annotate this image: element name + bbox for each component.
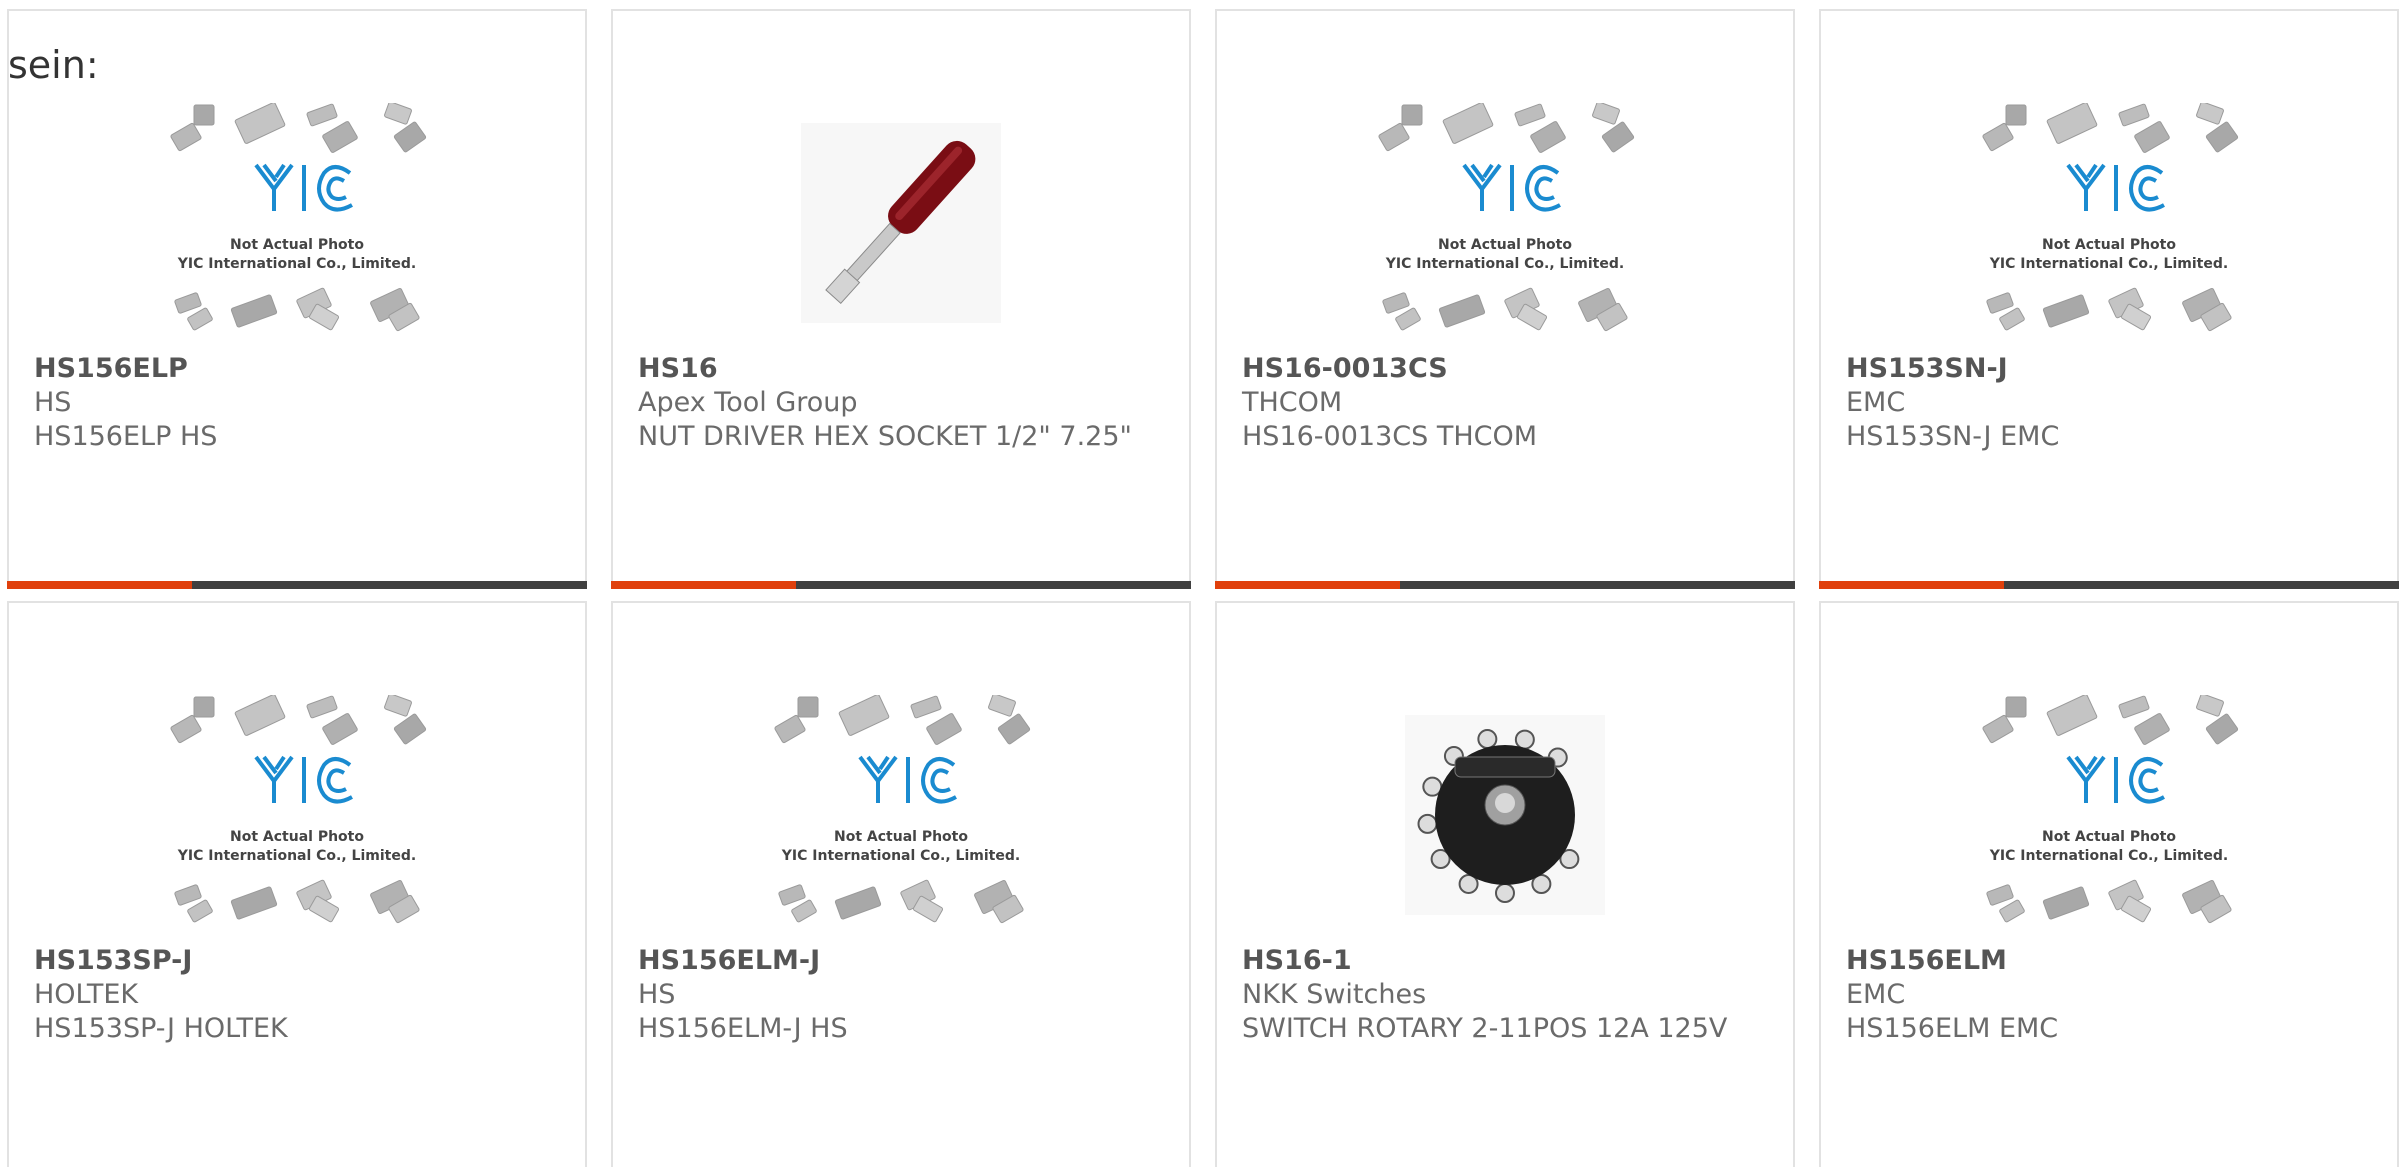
- svg-text:YIC International Co., Limited: YIC International Co., Limited.: [1385, 256, 1624, 272]
- product-grid-page: sein: Not Actual Photo YIC International…: [0, 0, 2400, 1167]
- description: HS156ELM EMC: [1846, 1013, 2059, 1044]
- product-image[interactable]: [1372, 682, 1638, 948]
- manufacturer: NKK Switches: [1242, 979, 1427, 1010]
- card-accent-bar: [1819, 581, 2004, 589]
- svg-text:YIC International Co., Limited: YIC International Co., Limited.: [1989, 848, 2228, 864]
- placeholder-icon: Not Actual Photo YIC International Co., …: [170, 103, 427, 332]
- card-accent-bar: [7, 581, 192, 589]
- svg-text:Not Actual Photo: Not Actual Photo: [230, 237, 364, 253]
- svg-text:Not Actual Photo: Not Actual Photo: [834, 829, 968, 845]
- description: HS16-0013CS THCOM: [1242, 421, 1538, 452]
- product-image[interactable]: Not Actual Photo YIC International Co., …: [164, 682, 430, 948]
- placeholder-icon: Not Actual Photo YIC International Co., …: [774, 695, 1031, 924]
- svg-text:Not Actual Photo: Not Actual Photo: [230, 829, 364, 845]
- product-image[interactable]: Not Actual Photo YIC International Co., …: [768, 682, 1034, 948]
- part-number[interactable]: HS16-0013CS: [1242, 352, 1768, 386]
- card-accent-bar: [1215, 581, 1400, 589]
- product-image[interactable]: Not Actual Photo YIC International Co., …: [1976, 682, 2242, 948]
- manufacturer: Apex Tool Group: [638, 387, 858, 418]
- product-card[interactable]: Not Actual Photo YIC International Co., …: [7, 9, 587, 589]
- description: NUT DRIVER HEX SOCKET 1/2" 7.25": [638, 421, 1132, 452]
- product-image[interactable]: Not Actual Photo YIC International Co., …: [1976, 90, 2242, 356]
- manufacturer: EMC: [1846, 387, 1906, 418]
- nut-driver-icon: [801, 123, 1001, 323]
- part-number[interactable]: HS153SN-J: [1846, 352, 2372, 386]
- svg-text:YIC International Co., Limited: YIC International Co., Limited.: [1989, 256, 2228, 272]
- product-card[interactable]: Not Actual Photo YIC International Co., …: [1215, 9, 1795, 589]
- product-card[interactable]: HS16-1 NKK Switches SWITCH ROTARY 2-11PO…: [1215, 601, 1795, 1167]
- manufacturer: HS: [34, 387, 72, 418]
- description: SWITCH ROTARY 2-11POS 12A 125V: [1242, 1013, 1728, 1044]
- card-accent-bar: [611, 581, 796, 589]
- product-card[interactable]: HS16 Apex Tool Group NUT DRIVER HEX SOCK…: [611, 9, 1191, 589]
- svg-text:Not Actual Photo: Not Actual Photo: [2042, 829, 2176, 845]
- part-number[interactable]: HS16-1: [1242, 944, 1768, 978]
- placeholder-icon: Not Actual Photo YIC International Co., …: [170, 695, 427, 924]
- card-bottom-bar: [611, 581, 1191, 589]
- manufacturer: EMC: [1846, 979, 1906, 1010]
- product-card[interactable]: Not Actual Photo YIC International Co., …: [611, 601, 1191, 1167]
- product-card[interactable]: Not Actual Photo YIC International Co., …: [1819, 601, 2399, 1167]
- rotary-switch-icon: [1405, 715, 1605, 915]
- product-image[interactable]: Not Actual Photo YIC International Co., …: [164, 90, 430, 356]
- intro-text: sein:: [8, 43, 99, 87]
- description: HS156ELP HS: [34, 421, 218, 452]
- product-image[interactable]: [768, 90, 1034, 356]
- manufacturer: HOLTEK: [34, 979, 139, 1010]
- manufacturer: THCOM: [1242, 387, 1343, 418]
- svg-text:YIC International Co., Limited: YIC International Co., Limited.: [781, 848, 1020, 864]
- description: HS153SN-J EMC: [1846, 421, 2060, 452]
- product-card[interactable]: Not Actual Photo YIC International Co., …: [7, 601, 587, 1167]
- card-bottom-bar: [1215, 581, 1795, 589]
- svg-text:YIC International Co., Limited: YIC International Co., Limited.: [177, 256, 416, 272]
- description: HS156ELM-J HS: [638, 1013, 848, 1044]
- manufacturer: HS: [638, 979, 676, 1010]
- part-number[interactable]: HS16: [638, 352, 1164, 386]
- product-image[interactable]: Not Actual Photo YIC International Co., …: [1372, 90, 1638, 356]
- placeholder-icon: Not Actual Photo YIC International Co., …: [1982, 103, 2239, 332]
- part-number[interactable]: HS156ELM-J: [638, 944, 1164, 978]
- svg-text:YIC International Co., Limited: YIC International Co., Limited.: [177, 848, 416, 864]
- part-number[interactable]: HS156ELM: [1846, 944, 2372, 978]
- placeholder-icon: Not Actual Photo YIC International Co., …: [1982, 695, 2239, 924]
- product-grid: Not Actual Photo YIC International Co., …: [7, 9, 2400, 1167]
- placeholder-icon: Not Actual Photo YIC International Co., …: [1378, 103, 1635, 332]
- card-bottom-bar: [1819, 581, 2399, 589]
- svg-text:Not Actual Photo: Not Actual Photo: [2042, 237, 2176, 253]
- description: HS153SP-J HOLTEK: [34, 1013, 288, 1044]
- part-number[interactable]: HS153SP-J: [34, 944, 560, 978]
- product-card[interactable]: Not Actual Photo YIC International Co., …: [1819, 9, 2399, 589]
- part-number[interactable]: HS156ELP: [34, 352, 560, 386]
- card-bottom-bar: [7, 581, 587, 589]
- svg-text:Not Actual Photo: Not Actual Photo: [1438, 237, 1572, 253]
